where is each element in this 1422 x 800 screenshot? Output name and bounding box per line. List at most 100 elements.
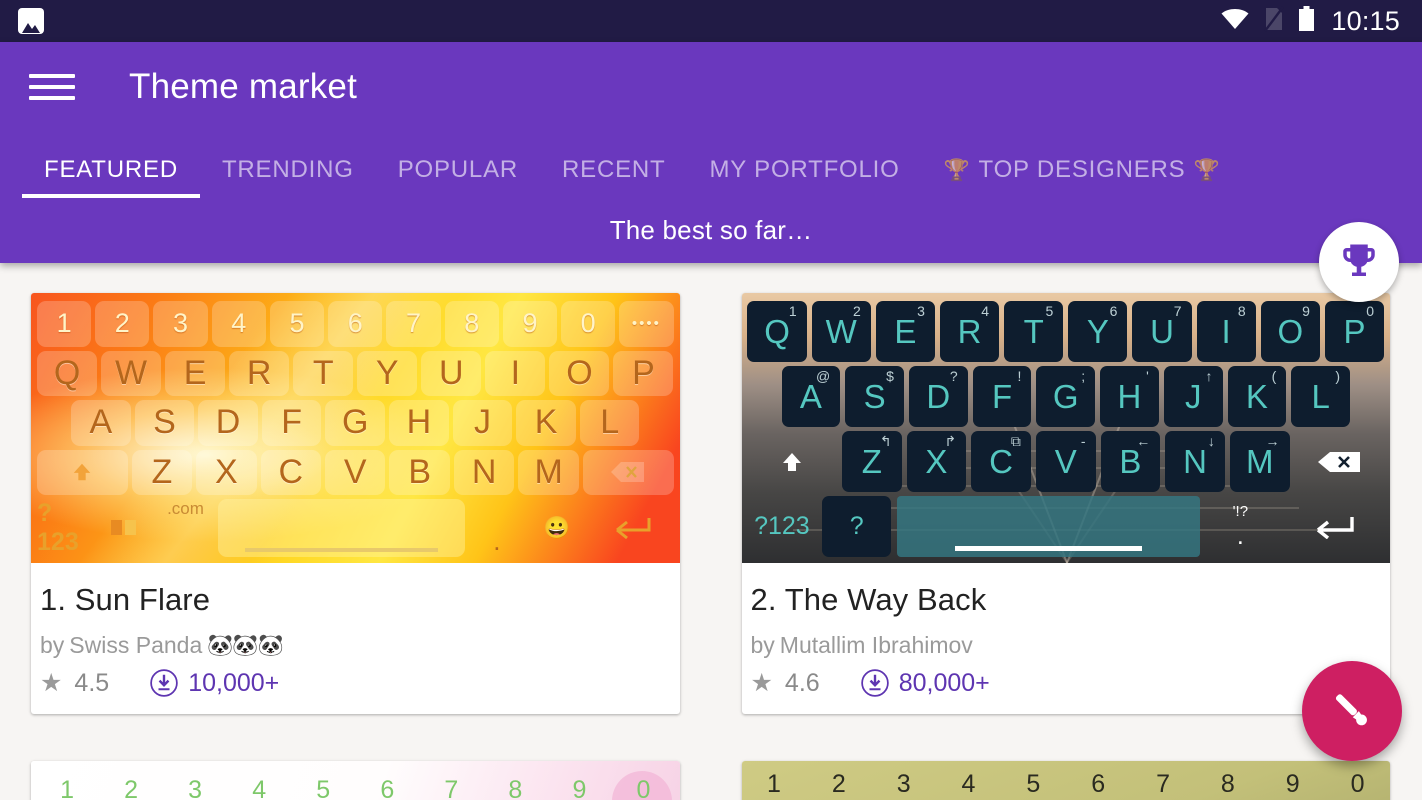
theme-list[interactable]: 1 2 3 4 5 6 7 8 9 0 •••• Q W E R T Y U I… — [0, 263, 1422, 800]
key: 1 — [767, 769, 781, 798]
key: 9 — [502, 301, 558, 347]
key: A — [71, 400, 131, 446]
theme-card-partial-right[interactable]: 1 2 3 4 5 6 7 8 9 0 Q W E — [741, 761, 1390, 800]
trophy-button[interactable] — [1319, 222, 1399, 302]
tab-popular[interactable]: POPULAR — [376, 156, 540, 198]
keyboard-row-z: Z X C V B N M — [37, 448, 674, 498]
key: L — [579, 400, 640, 446]
keyboard-row-bottom: ?123 .com . 😀 — [37, 497, 674, 559]
key: $ S — [845, 366, 904, 427]
tab-trending[interactable]: TRENDING — [200, 156, 376, 198]
key: ↑ J — [1163, 366, 1223, 427]
key: ! F — [972, 366, 1032, 427]
theme-card-info: 1. Sun Flare by Swiss Panda 🐼🐼🐼 ★ 4.5 10… — [31, 563, 680, 714]
tab-recent[interactable]: RECENT — [540, 156, 687, 198]
keyboard-row-q: Q W E R T Y U I O P — [37, 349, 674, 399]
key: ↰ Z — [841, 431, 902, 492]
key-punct-sup: '!? — [1232, 502, 1249, 520]
keyboard-row-a: @ A $ S ? D ! F ; G ' H ↑ J (K ) L — [748, 364, 1385, 429]
key: 9 — [572, 775, 587, 800]
key: 3 — [188, 775, 203, 800]
keyboard-row-numbers: 1 2 3 4 5 6 7 8 9 0 — [37, 767, 674, 800]
key: G — [325, 400, 386, 446]
tab-my-portfolio[interactable]: MY PORTFOLIO — [688, 156, 922, 198]
status-bar-notifications — [18, 8, 44, 34]
key: F — [261, 400, 322, 446]
tab-top-designers[interactable]: 🏆 TOP DESIGNERS 🏆 — [922, 156, 1243, 198]
key: J — [452, 400, 513, 446]
theme-card-the-way-back[interactable]: 1Q 2W 3E 4R 5T 6Y 7U 8I 9O 0P @ A $ S ? … — [741, 293, 1391, 714]
theme-thumbnail-the-way-back: 1Q 2W 3E 4R 5T 6Y 7U 8I 9O 0P @ A $ S ? … — [741, 293, 1390, 563]
status-bar-system-icons: 10:15 — [1220, 5, 1400, 37]
key-question: ? — [822, 496, 892, 557]
key: 2 — [124, 775, 139, 800]
tab-featured[interactable]: FEATURED — [22, 156, 200, 198]
key: X — [196, 449, 257, 495]
key: 3 — [153, 301, 208, 347]
key: 8 — [444, 301, 499, 347]
key: 5T — [1004, 301, 1064, 362]
key: 1 — [36, 301, 92, 347]
key: 9 — [1285, 769, 1300, 798]
create-theme-fab[interactable] — [1302, 661, 1402, 761]
theme-author: by Mutallim Ibrahimov — [751, 632, 1391, 659]
key-language — [97, 499, 153, 557]
key: 3 — [896, 769, 911, 798]
key: U — [421, 350, 482, 396]
key: 2 — [95, 301, 150, 347]
rating-group: ★ 4.6 — [751, 669, 820, 698]
key-dotcom: .com — [167, 499, 204, 518]
downloads-group: 10,000+ — [149, 668, 279, 698]
battery-icon — [1298, 5, 1315, 37]
key: 7 — [1156, 769, 1170, 798]
key: 8I — [1196, 301, 1256, 362]
key-emoji: 😀 — [543, 515, 571, 540]
rating-group: ★ 4.5 — [40, 669, 109, 698]
key: 5 — [269, 301, 325, 347]
key-enter — [1281, 496, 1384, 557]
download-circle-icon — [860, 669, 889, 697]
key: P — [613, 350, 674, 396]
rating-value: 4.6 — [784, 668, 820, 697]
key: O — [549, 350, 610, 396]
tab-label: RECENT — [562, 156, 666, 183]
key-enter — [589, 499, 673, 557]
star-icon: ★ — [750, 668, 773, 697]
key-period: . — [493, 526, 501, 556]
key-symbols: ?123 — [754, 512, 810, 540]
key-period: . — [1236, 521, 1244, 550]
key: 6Y — [1068, 301, 1128, 362]
key: 8 — [508, 775, 523, 800]
star-icon: ★ — [40, 668, 63, 697]
keyboard-row-bottom: ?123 ? '!? . — [748, 494, 1385, 559]
key: 7 — [386, 301, 441, 347]
key-punctuation: '!? . — [1206, 496, 1275, 557]
key: M — [518, 449, 579, 495]
theme-card-partial-left[interactable]: 1 2 3 4 5 6 7 8 9 0 — [31, 761, 680, 800]
theme-thumbnail-sun-flare: 1 2 3 4 5 6 7 8 9 0 •••• Q W E R T Y U I… — [31, 293, 680, 563]
key: S — [134, 400, 195, 446]
key: @ A — [781, 366, 841, 427]
wifi-icon — [1220, 7, 1250, 36]
key: R — [229, 350, 290, 396]
key: 6 — [1091, 769, 1106, 798]
tab-label: TOP DESIGNERS — [978, 156, 1186, 183]
key: Z — [131, 449, 193, 495]
key: → M — [1229, 431, 1290, 492]
key: 4 — [961, 769, 976, 798]
key: 4 — [252, 775, 267, 800]
theme-stats: ★ 4.6 80,000+ — [751, 668, 1391, 698]
key: E — [165, 350, 226, 396]
theme-title: 1. Sun Flare — [40, 582, 211, 617]
tab-bar: FEATURED TRENDING POPULAR RECENT MY PORT… — [0, 132, 1422, 198]
paintbrush-icon — [1335, 694, 1367, 726]
hamburger-menu-icon[interactable] — [29, 70, 75, 104]
theme-card-sun-flare[interactable]: 1 2 3 4 5 6 7 8 9 0 •••• Q W E R T Y U I… — [31, 293, 680, 714]
key: 5 — [316, 775, 331, 800]
key: 1Q — [747, 301, 807, 362]
key: H — [389, 400, 449, 446]
panda-emoji: 🐼🐼🐼 — [207, 633, 283, 657]
key: T — [293, 350, 354, 396]
key: 6 — [328, 301, 383, 347]
theme-thumbnail-partial-left: 1 2 3 4 5 6 7 8 9 0 — [31, 761, 680, 800]
